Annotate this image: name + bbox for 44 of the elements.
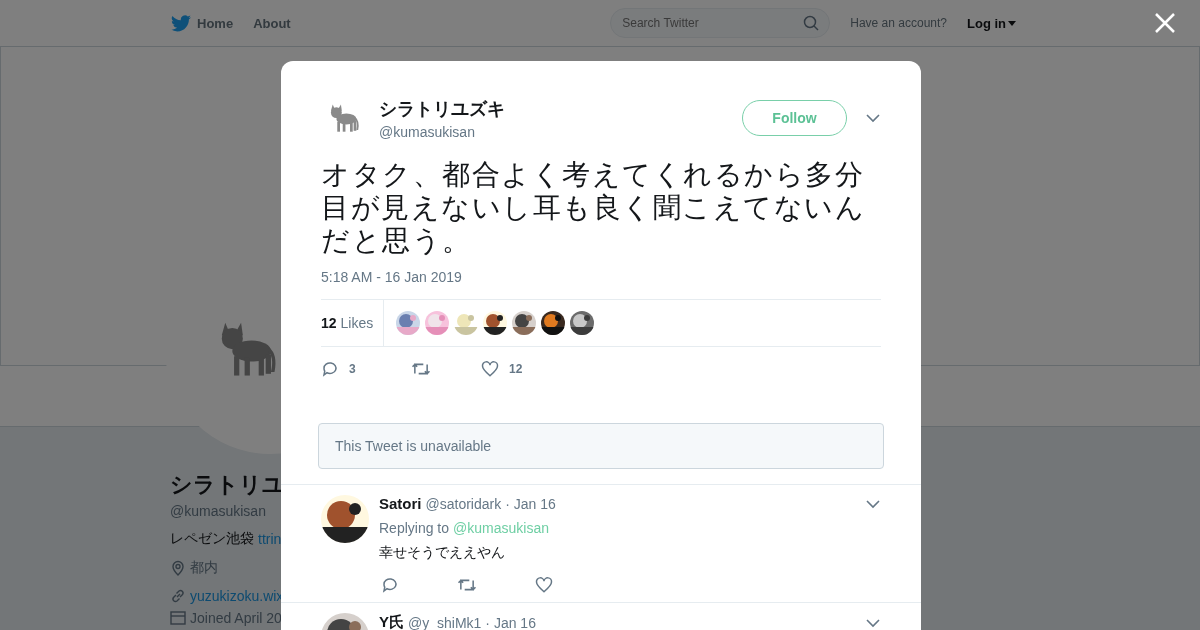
cat-icon	[220, 321, 278, 377]
reply-handle: @y_shiMk1	[408, 614, 482, 630]
bio-link[interactable]: ttrin	[258, 531, 282, 547]
profile-handle: @kumasukisan	[170, 503, 266, 519]
tweet-time: 5:18 AM - 16 Jan 2019	[321, 269, 463, 285]
mention-link[interactable]: @kumasukisan	[453, 520, 549, 536]
reply-icon	[321, 360, 339, 378]
reply-icon	[381, 576, 399, 594]
reply-author: Satori	[379, 495, 422, 512]
login-link[interactable]: Log in	[967, 15, 1016, 31]
about-link[interactable]: About	[253, 15, 291, 31]
heart-icon	[481, 360, 499, 378]
profile-name: シラトリユ	[170, 471, 285, 499]
reply-text: 幸せそうでええやん	[379, 544, 506, 562]
home-link[interactable]: Home	[171, 14, 234, 32]
reply-date: · Jan 16	[505, 495, 556, 512]
reply-date: · Jan 16	[485, 614, 536, 630]
profile-joined: Joined April 20	[190, 610, 282, 626]
location-icon	[170, 560, 186, 576]
reply-author: Y氏	[379, 613, 404, 630]
author-handle: @kumasukisan	[379, 123, 476, 140]
link-icon	[170, 588, 186, 604]
account-prompt: Have an account?	[850, 16, 947, 30]
close-button[interactable]	[1154, 12, 1176, 34]
close-icon	[1154, 12, 1176, 34]
caret-icon	[1008, 20, 1016, 26]
like-button[interactable]: 12	[481, 360, 523, 378]
reply-handle: @satoridark	[425, 495, 502, 512]
heart-icon	[535, 576, 553, 594]
follow-button[interactable]: Follow	[742, 100, 847, 136]
reply-button[interactable]: 3	[321, 360, 411, 378]
likes-count[interactable]: 12 Likes	[321, 300, 385, 346]
unavailable-notice: This Tweet is unavailable	[318, 423, 884, 469]
search-icon	[803, 15, 820, 31]
bird-icon	[171, 14, 191, 32]
cat-icon	[330, 103, 360, 133]
profile-location: 都内	[190, 559, 218, 577]
website-link[interactable]: yuzukizoku.wix	[190, 588, 284, 604]
profile-bio: レペゼン池袋	[170, 530, 254, 548]
calendar-icon	[170, 611, 186, 625]
author-name: シラトリユズキ	[379, 97, 506, 121]
search-field[interactable]: Search Twitter	[610, 8, 831, 38]
tweet-text: オタク、都合よく考えてくれるから多分目が見えないし耳も良く聞こえてないんだと思う。	[321, 158, 866, 257]
replying-label: Replying to	[379, 520, 450, 536]
